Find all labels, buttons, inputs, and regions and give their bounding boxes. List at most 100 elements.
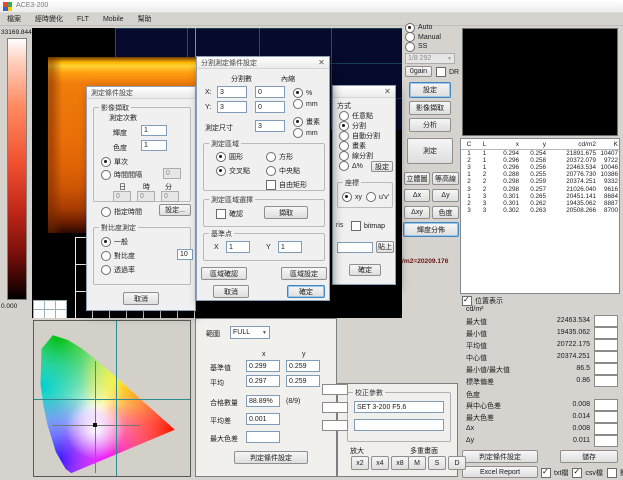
day-field[interactable]: 0 bbox=[113, 191, 131, 202]
file-format-checkbox[interactable]: txt檔 bbox=[541, 468, 568, 478]
dr-checkbox[interactable]: DR bbox=[436, 67, 459, 77]
chroma-button[interactable]: 色度 bbox=[432, 206, 459, 219]
ok-button[interactable]: 確定 bbox=[287, 285, 325, 298]
paste-button[interactable]: 貼上 bbox=[376, 241, 394, 253]
table-row[interactable]: 320.2980.25721026.0409616 bbox=[461, 185, 619, 192]
close-icon[interactable]: ✕ bbox=[381, 86, 394, 97]
method-option[interactable]: 自動分割 bbox=[339, 131, 395, 141]
zoom-factor-button[interactable]: x2 bbox=[351, 456, 369, 470]
size-mm-option[interactable]: mm bbox=[293, 128, 318, 138]
coord-uv-option[interactable]: u'v' bbox=[366, 192, 389, 202]
y-inset-field[interactable]: 0 bbox=[255, 101, 285, 113]
close-icon[interactable]: ✕ bbox=[315, 57, 328, 68]
luminance-count-field[interactable]: 1 bbox=[141, 125, 167, 136]
cie-chromaticity-panel[interactable] bbox=[33, 320, 191, 477]
measure-size-field[interactable]: 3 bbox=[255, 120, 285, 132]
ok-button[interactable]: 確定 bbox=[349, 264, 381, 276]
shutter-select[interactable]: 1/8 292 ▼ bbox=[405, 53, 455, 64]
menu-item[interactable]: 幫助 bbox=[131, 13, 159, 25]
multi-screen-button[interactable]: S bbox=[428, 456, 446, 470]
cross-point-option[interactable]: 交叉點 bbox=[216, 166, 250, 176]
scheduled-time-option[interactable]: 指定時間 bbox=[101, 207, 142, 217]
method-option[interactable]: 任意點 bbox=[339, 111, 395, 121]
single-shot-option[interactable]: 單次 bbox=[101, 157, 128, 167]
menu-item[interactable]: 檔案 bbox=[0, 13, 28, 25]
save-button[interactable]: 儲存 bbox=[560, 450, 618, 463]
menu-item[interactable]: Mobile bbox=[96, 15, 131, 24]
area-set-button[interactable]: 區域設定 bbox=[281, 267, 327, 280]
transmittance-option[interactable]: 透過率 bbox=[101, 265, 135, 275]
area-confirm-button[interactable]: 區域確認 bbox=[201, 267, 247, 280]
delta-x-button[interactable]: Δx bbox=[404, 189, 430, 202]
cancel-button[interactable]: 取消 bbox=[213, 285, 249, 298]
contrast-value-field[interactable]: 10 bbox=[177, 249, 193, 260]
set-button[interactable]: 設定 bbox=[409, 82, 451, 98]
method-set-button[interactable]: 設定 bbox=[371, 161, 393, 172]
menu-item[interactable]: 經時變化 bbox=[28, 13, 70, 25]
contrast-option[interactable]: 對比度 bbox=[101, 251, 135, 261]
x-inset-field[interactable]: 0 bbox=[255, 86, 285, 98]
exposure-mode-option[interactable]: Manual bbox=[405, 33, 459, 43]
delta-xy-button[interactable]: Δxy bbox=[404, 206, 430, 219]
excel-report-button[interactable]: Excel Report bbox=[462, 466, 538, 478]
reference-y-field[interactable]: 0.259 bbox=[286, 360, 320, 372]
interval-field[interactable]: 0 bbox=[163, 168, 181, 179]
method-option[interactable]: 畫素 bbox=[339, 141, 395, 151]
y-division-field[interactable]: 3 bbox=[217, 101, 247, 113]
measure-button[interactable]: 測定 bbox=[407, 138, 453, 164]
image-capture-button[interactable]: 影像擷取 bbox=[409, 101, 451, 115]
path-field[interactable] bbox=[337, 242, 373, 253]
table-row[interactable]: 330.3020.26320508.2668700 bbox=[461, 207, 619, 214]
average-y-field[interactable]: 0.259 bbox=[286, 375, 320, 387]
table-row[interactable]: 110.2940.25421891.67510407 bbox=[461, 150, 619, 157]
method-option[interactable]: 線分割 bbox=[339, 151, 395, 161]
table-row[interactable]: 130.3010.26520451.1418684 bbox=[461, 193, 619, 200]
center-point-option[interactable]: 中央點 bbox=[266, 166, 300, 176]
multi-screen-button[interactable]: D bbox=[448, 456, 466, 470]
table-row[interactable]: 310.2960.25622463.53410046 bbox=[461, 164, 619, 171]
normal-option[interactable]: 一般 bbox=[101, 237, 128, 247]
measurement-table[interactable]: CLxycd/m2K 110.2940.25421891.67510407210… bbox=[460, 138, 620, 294]
method-option[interactable]: 分割 bbox=[339, 121, 395, 131]
inset-mm-option[interactable]: mm bbox=[293, 99, 318, 109]
contour-button[interactable]: 等高線 bbox=[432, 172, 459, 185]
menu-item[interactable]: FLT bbox=[70, 15, 96, 24]
square-option[interactable]: 方形 bbox=[266, 152, 293, 162]
minute-field[interactable]: 0 bbox=[161, 191, 179, 202]
table-row[interactable]: 210.2960.25820372.0799722 bbox=[461, 157, 619, 164]
zoom-factor-button[interactable]: x8 bbox=[391, 456, 409, 470]
judge-condition-button-2[interactable]: 判定條件設定 bbox=[234, 451, 308, 464]
confirm-checkbox[interactable]: 確認 bbox=[216, 209, 243, 219]
x-division-field[interactable]: 3 bbox=[217, 86, 247, 98]
hour-field[interactable]: 0 bbox=[137, 191, 155, 202]
range-select[interactable]: FULL ▼ bbox=[230, 326, 270, 339]
circle-option[interactable]: 圓形 bbox=[216, 152, 243, 162]
table-row[interactable]: 220.2980.25920374.2519332 bbox=[461, 178, 619, 185]
base-y-field[interactable]: 1 bbox=[278, 241, 302, 253]
free-rect-checkbox[interactable]: 自由矩形 bbox=[266, 180, 307, 190]
reference-x-field[interactable]: 0.299 bbox=[246, 360, 280, 372]
multi-screen-button[interactable]: M bbox=[408, 456, 426, 470]
file-format-checkbox[interactable]: 影像檔 bbox=[607, 468, 623, 478]
base-x-field[interactable]: 1 bbox=[226, 241, 250, 253]
view-3d-button[interactable]: 立體圖 bbox=[404, 172, 430, 185]
average-x-field[interactable]: 0.297 bbox=[246, 375, 280, 387]
judge-condition-button[interactable]: 判定條件設定 bbox=[462, 450, 538, 463]
gain-button[interactable]: 0gain bbox=[405, 66, 432, 77]
inset-percent-option[interactable]: % bbox=[293, 88, 312, 98]
time-set-button[interactable]: 設定... bbox=[159, 204, 191, 216]
analyze-button[interactable]: 分析 bbox=[409, 118, 451, 132]
luminance-distribution-button[interactable]: 輝度分佈 bbox=[403, 222, 459, 237]
bitmap-checkbox[interactable]: bitmap bbox=[351, 221, 385, 231]
chroma-count-field[interactable]: 1 bbox=[141, 140, 167, 151]
exposure-mode-option[interactable]: SS bbox=[405, 42, 459, 52]
table-row[interactable]: 230.3010.26219435.0628887 bbox=[461, 200, 619, 207]
grab-button[interactable]: 擷取 bbox=[264, 206, 308, 219]
size-pixel-option[interactable]: 畫素 bbox=[293, 117, 320, 127]
file-format-checkbox[interactable]: csv檔 bbox=[572, 468, 603, 478]
table-row[interactable]: 120.2880.25520776.73010386 bbox=[461, 171, 619, 178]
interval-option[interactable]: 時間間隔 bbox=[101, 170, 142, 180]
coord-xy-option[interactable]: xy bbox=[342, 192, 362, 202]
zoom-factor-button[interactable]: x4 bbox=[371, 456, 389, 470]
cancel-button[interactable]: 取消 bbox=[123, 292, 159, 305]
